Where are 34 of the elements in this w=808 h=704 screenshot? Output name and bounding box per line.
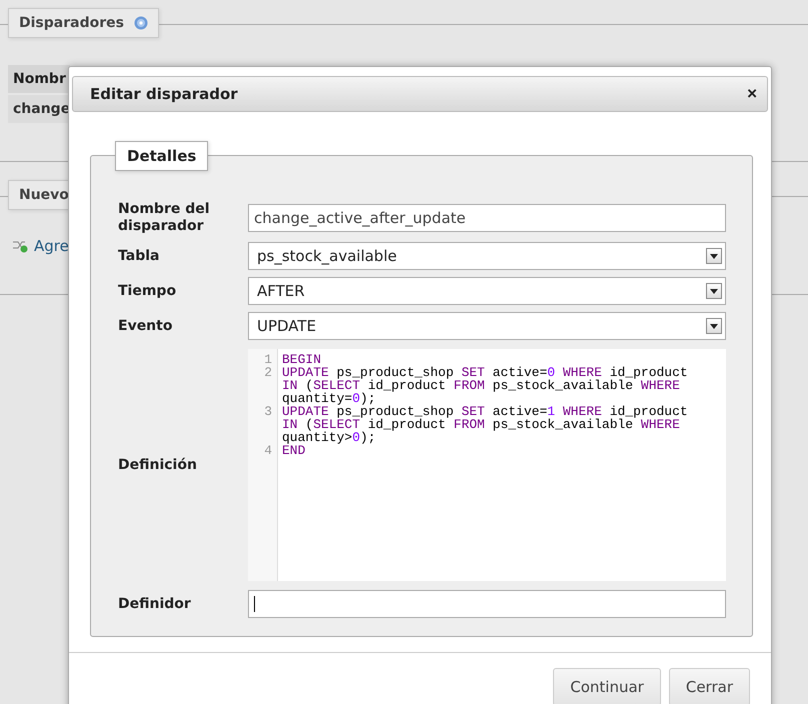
add-link[interactable]: Agre	[12, 237, 69, 255]
dialog-button[interactable]: Cerrar	[668, 668, 750, 704]
dialog-button[interactable]: Continuar	[553, 668, 661, 704]
code-line: UPDATE ps_product_shop SET active=1 WHERE id_product IN (SELECT id_product FROM ps_stock_available WHERE quantity>0);	[281, 405, 689, 444]
line-number: 2	[263, 366, 273, 382]
field-label: Definición	[118, 456, 198, 474]
fieldset-legend: Detalles	[115, 141, 208, 171]
section-title: Disparadores	[19, 15, 124, 31]
field-label: Tiempo	[118, 282, 178, 300]
line-number: 3	[263, 405, 273, 421]
table-header: Nombr	[8, 65, 70, 93]
field-label: Definidor	[118, 596, 192, 612]
code-editor[interactable]	[248, 349, 726, 581]
field-label: Evento	[118, 318, 174, 334]
caret-icon	[706, 318, 722, 334]
text-field[interactable]: change_active_after_update	[248, 204, 726, 232]
text-field[interactable]	[248, 590, 726, 618]
select-field[interactable]: ps_stock_available	[248, 242, 726, 270]
dialog-title: Editar disparador	[90, 85, 238, 103]
select-field[interactable]: AFTER	[248, 277, 726, 305]
line-number: 1	[263, 353, 273, 366]
caret-icon	[706, 248, 722, 264]
field-label: Tabla	[118, 248, 160, 264]
line-number: 4	[263, 444, 273, 457]
select-field[interactable]: UPDATE	[248, 312, 726, 340]
help-icon[interactable]	[134, 16, 148, 30]
close-button[interactable]: ×	[747, 84, 757, 104]
add-icon	[12, 239, 28, 253]
caret-icon	[706, 283, 722, 299]
field-label: Nombre del disparador	[118, 201, 211, 235]
code-line: BEGIN	[281, 353, 322, 366]
table-cell: change	[8, 95, 70, 123]
code-line: END	[281, 444, 306, 457]
code-line: UPDATE ps_product_shop SET active=0 WHERE id_product IN (SELECT id_product FROM ps_stock_available WHERE quantity=0);	[281, 366, 689, 405]
